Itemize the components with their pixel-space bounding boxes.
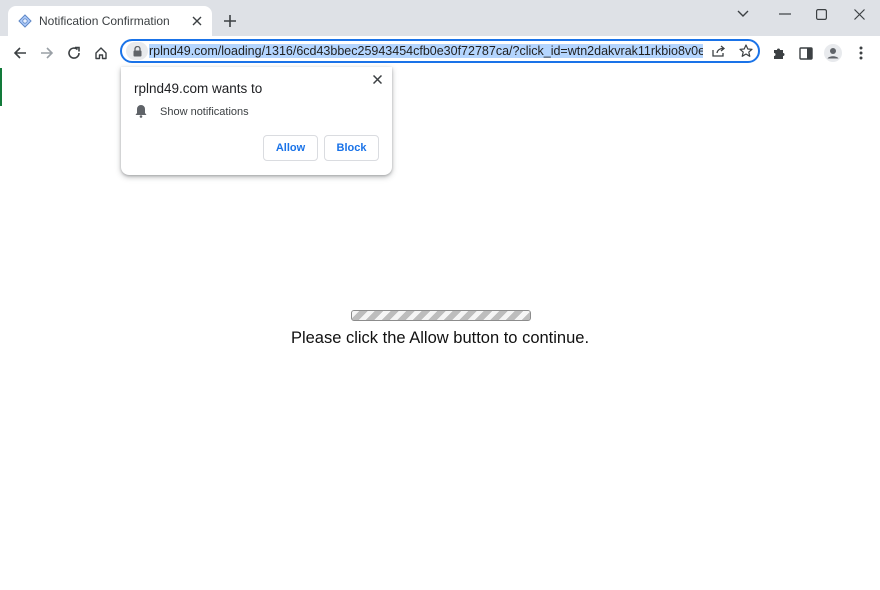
maximize-icon[interactable] <box>807 4 835 24</box>
home-icon[interactable] <box>90 42 112 64</box>
page-edge-decoration <box>0 68 2 106</box>
minimize-icon[interactable] <box>771 4 799 24</box>
url-text[interactable]: rplnd49.com/loading/1316/6cd43bbec259434… <box>149 43 703 59</box>
lock-icon[interactable] <box>126 42 148 60</box>
page-favicon-icon <box>18 14 32 28</box>
address-bar[interactable]: rplnd49.com/loading/1316/6cd43bbec259434… <box>120 39 760 63</box>
browser-tab[interactable]: Notification Confirmation <box>8 6 212 36</box>
menu-kebab-icon[interactable] <box>850 42 872 64</box>
tab-close-icon[interactable] <box>188 12 206 30</box>
continue-instruction: Please click the Allow button to continu… <box>290 329 590 347</box>
tab-title: Notification Confirmation <box>39 14 170 28</box>
profile-avatar-icon[interactable] <box>822 42 844 64</box>
new-tab-icon[interactable] <box>220 11 240 31</box>
reload-icon[interactable] <box>63 42 85 64</box>
prompt-title: rplnd49.com wants to <box>134 81 263 96</box>
loading-progress-bar <box>351 310 531 321</box>
permission-label: Show notifications <box>160 106 249 118</box>
extensions-puzzle-icon[interactable] <box>768 42 790 64</box>
side-panel-icon[interactable] <box>795 42 817 64</box>
close-window-icon[interactable] <box>845 4 873 24</box>
share-icon[interactable] <box>709 42 729 60</box>
bookmark-star-icon[interactable] <box>736 42 756 60</box>
bell-icon <box>135 104 149 118</box>
url-selected-text: rplnd49.com/loading/1316/6cd43bbec259434… <box>149 44 703 58</box>
forward-arrow-icon[interactable] <box>36 42 58 64</box>
notification-permission-prompt: rplnd49.com wants to Show notifications … <box>121 67 392 175</box>
block-button[interactable]: Block <box>324 135 379 161</box>
loading-progress-fill <box>352 311 530 320</box>
prompt-close-icon[interactable] <box>369 71 385 87</box>
window-titlebar: Notification Confirmation <box>0 0 880 36</box>
back-arrow-icon[interactable] <box>9 42 31 64</box>
tab-search-chevron-icon[interactable] <box>729 4 757 24</box>
browser-toolbar: rplnd49.com/loading/1316/6cd43bbec259434… <box>0 36 880 68</box>
allow-button[interactable]: Allow <box>263 135 318 161</box>
